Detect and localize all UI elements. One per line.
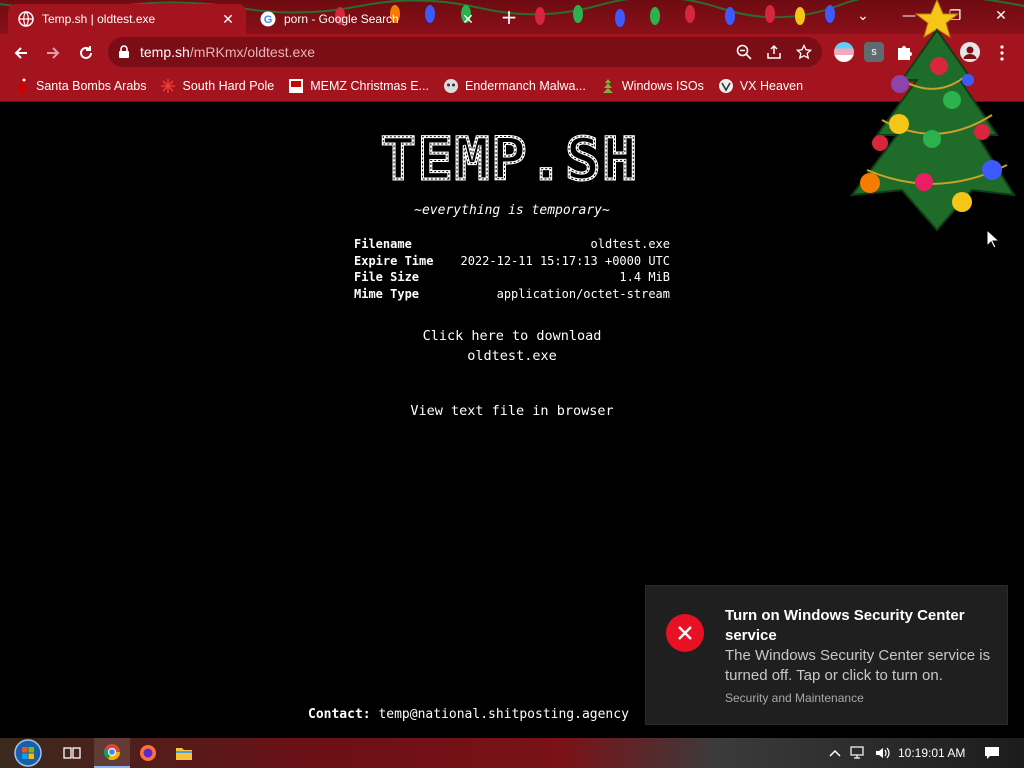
firefox-icon [140, 745, 156, 761]
download-link[interactable]: Click here to download oldtest.exe [0, 326, 1024, 366]
taskbar-file-explorer-button[interactable] [166, 738, 202, 768]
file-info-value: application/octet-stream [496, 286, 670, 301]
file-info-row: Expire Time 2022-12-11 15:17:13 +0000 UT… [354, 254, 670, 271]
tray-overflow-chevron-icon[interactable] [826, 738, 844, 768]
christmas-tree-decoration [849, 0, 1016, 232]
bookmark-item[interactable]: Endermanch Malwa... [443, 78, 586, 94]
notification-source: Security and Maintenance [725, 691, 864, 705]
file-info-value: 1.4 MiB [619, 270, 670, 284]
windows-taskbar: 10:19:01 AM [0, 738, 1024, 768]
file-info-label: Filename [354, 237, 412, 251]
file-info-label: File Size [354, 270, 420, 284]
mouse-cursor-icon [986, 229, 1000, 249]
reload-icon [80, 46, 92, 59]
bookmark-star-icon[interactable] [796, 44, 812, 60]
file-info-label: Expire Time [354, 253, 434, 268]
zoom-icon[interactable] [736, 44, 752, 60]
bookmark-item[interactable]: MEMZ Christmas E... [288, 78, 429, 94]
file-info-row: Filename oldtest.exe [354, 237, 670, 254]
file-info-value: oldtest.exe [590, 237, 670, 251]
notification-body: The Windows Security Center service is t… [725, 647, 991, 684]
bookmark-item[interactable]: Santa Bombs Arabs [14, 78, 146, 94]
file-info-value: 2022-12-11 15:17:13 +0000 UTC [460, 253, 670, 268]
taskbar-chrome-button[interactable] [94, 738, 130, 768]
folder-icon [176, 748, 192, 760]
url-text: temp.sh/mRKmx/oldtest.exe [140, 44, 315, 60]
security-notification-toast[interactable]: Turn on Windows Security Center service … [645, 585, 1008, 725]
file-info-label: Mime Type [354, 286, 420, 301]
task-view-icon [63, 747, 81, 759]
taskbar-clock[interactable]: 10:19:01 AM [898, 738, 965, 768]
tab-title: Temp.sh | oldtest.exe [42, 12, 156, 26]
task-view-button[interactable] [54, 738, 90, 768]
forward-arrow-icon [47, 47, 60, 59]
memz-icon [288, 78, 304, 94]
windows-isos-icon [600, 78, 616, 94]
notification-title: Turn on Windows Security Center service [725, 607, 965, 644]
tab-close-icon[interactable]: ✕ [220, 11, 236, 27]
bookmark-item[interactable]: Windows ISOs [600, 78, 704, 94]
bookmark-item[interactable]: South Hard Pole [160, 78, 274, 94]
bookmark-label: Endermanch Malwa... [464, 78, 586, 93]
file-info-table: Filename oldtest.exe Expire Time 2022-12… [354, 237, 670, 303]
tab-temp-sh[interactable]: Temp.sh | oldtest.exe ✕ [8, 4, 246, 34]
omnibox-actions [736, 37, 812, 67]
new-tab-button[interactable]: + [498, 7, 520, 29]
santa-icon [14, 78, 30, 94]
file-info-row: File Size 1.4 MiB [354, 270, 670, 287]
back-button[interactable] [8, 40, 34, 66]
download-link-filename: oldtest.exe [467, 348, 557, 364]
snowflake-icon [160, 78, 176, 94]
temp-sh-logo: TEMP.SH TEMP.SH [379, 133, 639, 187]
vx-heaven-icon [718, 78, 734, 94]
bookmark-label: MEMZ Christmas E... [310, 78, 429, 93]
tab-title: porn - Google Search [284, 12, 399, 26]
endermanch-icon [443, 78, 459, 94]
url-path: /mRKmx/oldtest.exe [189, 44, 316, 60]
view-text-link[interactable]: View text file in browser [0, 403, 1024, 419]
bookmark-label: Santa Bombs Arabs [36, 78, 147, 93]
google-favicon-icon: G [260, 11, 276, 27]
temp-sh-favicon-icon [18, 11, 34, 27]
taskbar-firefox-button[interactable] [130, 738, 166, 768]
back-arrow-icon [14, 47, 27, 59]
windows-orb-icon [14, 739, 42, 767]
bookmark-label: VX Heaven [739, 78, 804, 93]
share-icon[interactable] [766, 44, 782, 60]
bookmark-item[interactable]: VX Heaven [718, 78, 803, 94]
svg-text:G: G [264, 14, 273, 26]
tab-google-search[interactable]: G porn - Google Search ✕ [250, 4, 486, 34]
volume-icon[interactable] [872, 738, 894, 768]
action-center-icon[interactable] [978, 738, 1006, 768]
contact-email-link[interactable]: temp@national.shitposting.agency [378, 707, 628, 722]
forward-button[interactable] [40, 40, 66, 66]
logo-text-inner: TEMP.SH [381, 133, 639, 187]
chrome-icon [103, 744, 121, 761]
start-button[interactable] [6, 738, 50, 768]
error-x-icon [666, 614, 704, 652]
tab-close-icon[interactable]: ✕ [460, 11, 476, 27]
address-bar[interactable]: temp.sh/mRKmx/oldtest.exe [108, 37, 822, 67]
file-info-row: Mime Type application/octet-stream [354, 287, 670, 304]
bookmark-label: Windows ISOs [621, 78, 704, 93]
download-link-line1: Click here to download [422, 328, 602, 344]
contact-label: Contact: [308, 707, 371, 722]
contact-line: Contact: temp@national.shitposting.agenc… [308, 707, 629, 722]
lock-icon [119, 45, 129, 58]
network-icon[interactable] [848, 738, 870, 768]
reload-button[interactable] [73, 40, 99, 66]
url-host: temp.sh [140, 44, 190, 60]
bookmark-label: South Hard Pole [182, 78, 275, 93]
